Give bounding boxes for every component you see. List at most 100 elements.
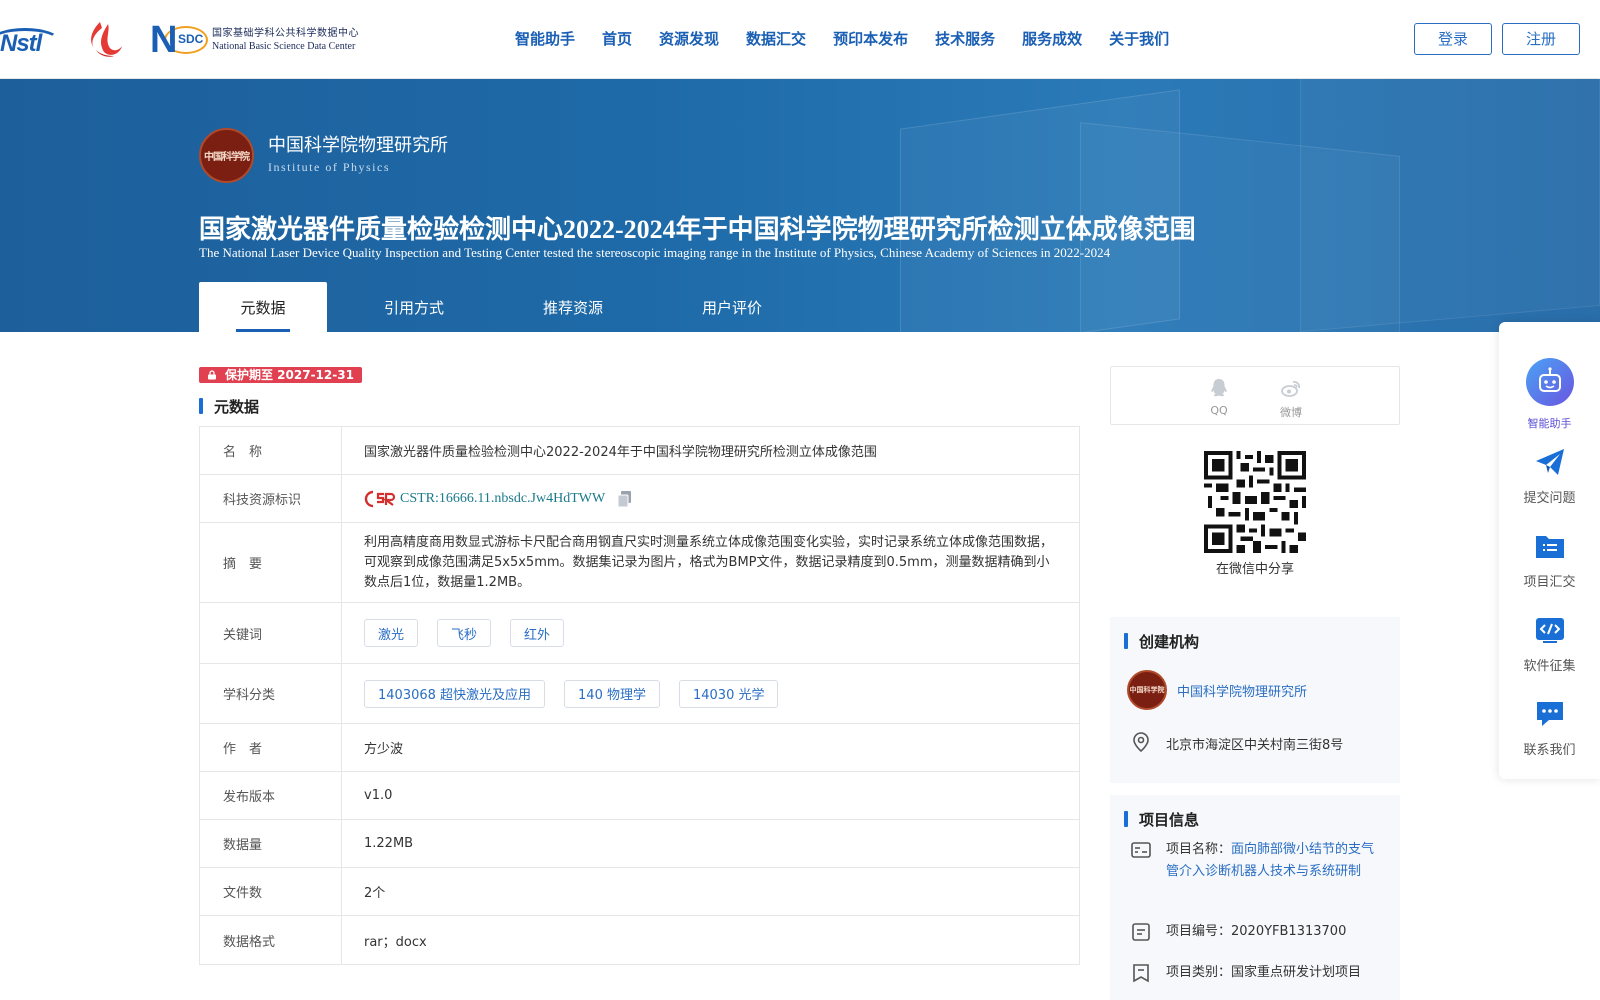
subject-tag[interactable]: 1403068 超快激光及应用 bbox=[364, 679, 546, 708]
float-ai-assistant-button[interactable]: 智能助手 bbox=[1499, 358, 1600, 431]
nav-service-results[interactable]: 服务成效 bbox=[1022, 28, 1082, 49]
share-qq-label: QQ bbox=[1210, 404, 1228, 417]
nsdc-name-en: National Basic Science Data Center bbox=[212, 41, 356, 52]
keyword-tag[interactable]: 红外 bbox=[510, 619, 565, 647]
institution-logo: 中国科学院 bbox=[199, 128, 254, 183]
wechat-share-caption: 在微信中分享 bbox=[1215, 562, 1294, 577]
metadata-value-keywords: 激光 飞秒 红外 bbox=[342, 603, 1079, 663]
nstl-logo[interactable]: Nstl bbox=[0, 22, 66, 58]
keyword-tag[interactable]: 飞秒 bbox=[437, 619, 492, 647]
nav-home[interactable]: 首页 bbox=[602, 28, 632, 49]
org-logo: 中国科学院 bbox=[1127, 670, 1167, 710]
share-qq-button[interactable]: QQ bbox=[1199, 377, 1239, 417]
creator-organization-card: 创建机构 中国科学院 中国科学院物理研究所 北京市海淀区中关村南三街8号 bbox=[1110, 617, 1400, 783]
float-contact-us-label: 联系我们 bbox=[1523, 743, 1576, 758]
login-button[interactable]: 登录 bbox=[1414, 23, 1492, 55]
keyword-tag[interactable]: 激光 bbox=[364, 619, 419, 647]
tab-recommended[interactable]: 推荐资源 bbox=[501, 282, 645, 332]
metadata-value-abstract: 利用高精度商用数显式游标卡尺配合商用钢直尺实时测量系统立体成像范围变化实验，实时… bbox=[364, 534, 1054, 590]
metadata-table: 名 称 国家激光器件质量检验检测中心2022-2024年于中国科学院物理研究所检… bbox=[199, 426, 1080, 965]
share-weibo-button[interactable]: 微博 bbox=[1271, 377, 1311, 420]
nsdc-logo[interactable]: N SDC 国家基础学科公共科学数据中心 National Basic Scie… bbox=[150, 20, 359, 60]
share-weibo-label: 微博 bbox=[1280, 406, 1302, 419]
float-software-collection-button[interactable]: 软件征集 bbox=[1499, 614, 1600, 674]
metadata-value-format: rar；docx bbox=[364, 934, 427, 950]
table-row: 名 称 国家激光器件质量检验检测中心2022-2024年于中国科学院物理研究所检… bbox=[200, 427, 1079, 475]
location-pin-icon bbox=[1133, 732, 1149, 753]
project-id: 项目编号：2020YFB1313700 bbox=[1166, 921, 1381, 943]
table-row: 摘 要 利用高精度商用数显式游标卡尺配合商用钢直尺实时测量系统立体成像范围变化实… bbox=[200, 523, 1079, 603]
metadata-key: 发布版本 bbox=[200, 772, 342, 819]
metadata-value-version: v1.0 bbox=[364, 788, 393, 803]
nav-preprint[interactable]: 预印本发布 bbox=[833, 28, 908, 49]
chat-bubble-icon bbox=[1536, 702, 1563, 726]
metadata-value-name: 国家激光器件质量检验检测中心2022-2024年于中国科学院物理研究所检测立体成… bbox=[364, 445, 877, 460]
nstl-logo-text: Nstl bbox=[0, 30, 42, 57]
institution-logo-text: 中国科学院 bbox=[204, 152, 250, 163]
floating-tool-panel: 智能助手 提交问题 项目汇交 软件征集 联系我们 bbox=[1499, 322, 1600, 779]
lock-icon bbox=[208, 370, 216, 380]
table-row: 学科分类 1403068 超快激光及应用 140 物理学 14030 光学 bbox=[200, 664, 1079, 724]
metadata-value-files: 2个 bbox=[364, 886, 386, 901]
table-row: 关键词 激光 飞秒 红外 bbox=[200, 603, 1079, 664]
project-id-label: 项目编号： bbox=[1166, 924, 1232, 939]
code-icon bbox=[1535, 618, 1564, 643]
metadata-heading: 元数据 bbox=[199, 396, 259, 417]
page-title: 国家激光器件质量检验检测中心2022-2024年于中国科学院物理研究所检测立体成… bbox=[199, 215, 1196, 244]
share-box: QQ 微博 bbox=[1110, 366, 1400, 425]
project-type-value: 国家重点研发计划项目 bbox=[1231, 965, 1362, 980]
nav-tech-service[interactable]: 技术服务 bbox=[935, 28, 995, 49]
float-project-submission-button[interactable]: 项目汇交 bbox=[1499, 530, 1600, 590]
metadata-key: 关键词 bbox=[200, 603, 342, 663]
metadata-value-size: 1.22MB bbox=[364, 836, 414, 851]
table-row: 数据量 1.22MB bbox=[200, 820, 1079, 868]
nsdc-text: 国家基础学科公共科学数据中心 National Basic Science Da… bbox=[212, 27, 359, 53]
float-software-collection-label: 软件征集 bbox=[1523, 659, 1576, 674]
protection-badge: 保护期至 2027-12-31 bbox=[199, 367, 362, 383]
red-flame-logo-icon[interactable] bbox=[82, 20, 126, 60]
tab-reviews[interactable]: 用户评价 bbox=[645, 282, 819, 332]
nav-resource-discovery[interactable]: 资源发现 bbox=[659, 28, 719, 49]
table-row: 作 者 方少波 bbox=[200, 724, 1079, 772]
metadata-key: 名 称 bbox=[200, 427, 342, 474]
float-submit-issue-button[interactable]: 提交问题 bbox=[1499, 446, 1600, 506]
wechat-qr-code bbox=[1204, 451, 1306, 553]
table-row: 科技资源标识 CSTR:16666.11.nbsdc.Jw4HdTWW bbox=[200, 475, 1079, 523]
tab-metadata[interactable]: 元数据 bbox=[199, 282, 327, 332]
metadata-key: 数据量 bbox=[200, 820, 342, 867]
copy-icon[interactable] bbox=[617, 490, 633, 508]
nav-data-submission[interactable]: 数据汇交 bbox=[746, 28, 806, 49]
document-icon bbox=[1132, 923, 1150, 941]
robot-icon bbox=[1525, 358, 1574, 406]
project-name-label: 项目名称： bbox=[1166, 842, 1232, 857]
metadata-key: 学科分类 bbox=[200, 664, 342, 723]
float-contact-us-button[interactable]: 联系我们 bbox=[1499, 698, 1600, 758]
weibo-icon bbox=[1281, 381, 1300, 397]
id-card-icon bbox=[1131, 842, 1151, 858]
institution-name: 中国科学院物理研究所 bbox=[268, 135, 448, 156]
project-type-row: 项目类别：国家重点研发计划项目 bbox=[1130, 962, 1391, 984]
project-heading: 项目信息 bbox=[1124, 809, 1199, 830]
subject-tag[interactable]: 140 物理学 bbox=[564, 679, 660, 708]
org-name-link[interactable]: 中国科学院物理研究所 bbox=[1177, 681, 1307, 700]
dataset-banner: 中国科学院 中国科学院物理研究所 Institute of Physics 国家… bbox=[0, 79, 1600, 332]
org-logo-text: 中国科学院 bbox=[1129, 686, 1165, 694]
project-name: 项目名称：面向肺部微小结节的支气管介入诊断机器人技术与系统研制 bbox=[1166, 839, 1381, 883]
metadata-value-cstr: CSTR:16666.11.nbsdc.Jw4HdTWW bbox=[342, 475, 1079, 522]
cstr-identifier-link[interactable]: CSTR:16666.11.nbsdc.Jw4HdTWW bbox=[400, 491, 605, 507]
float-ai-assistant-label: 智能助手 bbox=[1527, 417, 1572, 430]
project-type-label: 项目类别： bbox=[1166, 965, 1232, 980]
float-project-submission-label: 项目汇交 bbox=[1523, 575, 1576, 590]
bookmark-icon bbox=[1133, 964, 1149, 983]
project-id-value: 2020YFB1313700 bbox=[1231, 924, 1347, 939]
metadata-key: 数据格式 bbox=[200, 916, 342, 964]
metadata-key: 摘 要 bbox=[200, 523, 342, 602]
register-button[interactable]: 注册 bbox=[1502, 23, 1580, 55]
nav-about[interactable]: 关于我们 bbox=[1109, 28, 1169, 49]
tab-citation[interactable]: 引用方式 bbox=[327, 282, 501, 332]
nav-ai-assistant[interactable]: 智能助手 bbox=[515, 28, 575, 49]
float-submit-issue-label: 提交问题 bbox=[1523, 491, 1576, 506]
project-info-card: 项目信息 项目名称：面向肺部微小结节的支气管介入诊断机器人技术与系统研制 项目编… bbox=[1110, 795, 1400, 1000]
nsdc-mark-letter: N bbox=[150, 19, 178, 61]
subject-tag[interactable]: 14030 光学 bbox=[678, 679, 779, 708]
